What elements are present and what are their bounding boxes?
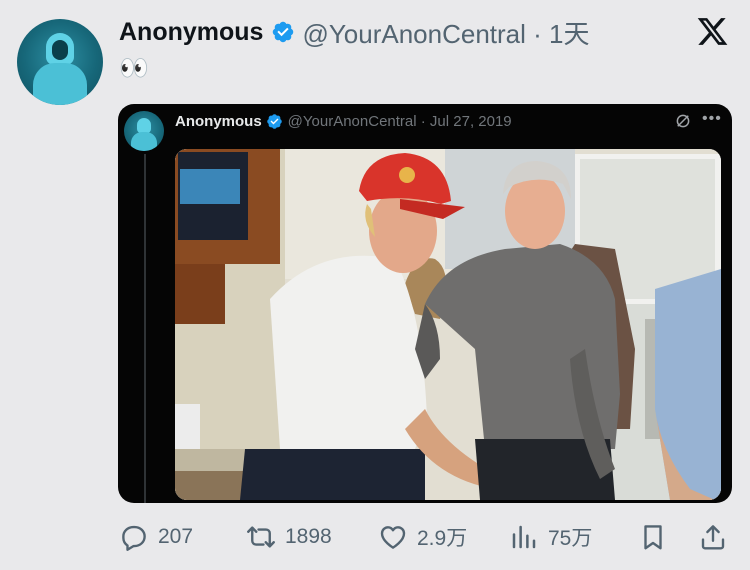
verified-badge-icon bbox=[266, 113, 282, 129]
quoted-author-handle-date[interactable]: @YourAnonCentral · Jul 27, 2019 bbox=[288, 113, 512, 130]
tweet-text: 👀 bbox=[119, 55, 149, 82]
bookmark-icon bbox=[644, 525, 662, 550]
like-icon bbox=[380, 526, 406, 549]
repost-icon bbox=[247, 526, 275, 548]
views-icon bbox=[512, 525, 536, 549]
tweet-header: Anonymous @YourAnonCentral · 1天 bbox=[119, 14, 589, 50]
share-button[interactable] bbox=[698, 515, 728, 559]
x-logo-icon[interactable] bbox=[696, 15, 729, 48]
share-icon bbox=[701, 525, 725, 550]
views-button[interactable]: 75万 bbox=[509, 515, 592, 559]
reply-button[interactable]: 207 bbox=[119, 515, 193, 559]
thread-line bbox=[144, 154, 146, 503]
author-handle-time[interactable]: @YourAnonCentral · 1天 bbox=[302, 14, 589, 51]
repost-button[interactable]: 1898 bbox=[246, 515, 332, 559]
author-avatar[interactable] bbox=[17, 19, 103, 105]
quoted-photo[interactable] bbox=[175, 149, 721, 500]
like-count: 2.9万 bbox=[417, 527, 468, 550]
views-count: 75万 bbox=[548, 527, 593, 550]
more-icon[interactable]: ••• bbox=[702, 111, 722, 131]
action-bar: 207 1898 2.9万 75万 bbox=[0, 515, 750, 559]
quoted-tweet-card[interactable]: Anonymous @YourAnonCentral · Jul 27, 201… bbox=[118, 104, 732, 503]
author-name[interactable]: Anonymous bbox=[119, 18, 263, 47]
grok-icon[interactable] bbox=[674, 112, 692, 130]
repost-count: 1898 bbox=[285, 525, 332, 548]
verified-badge-icon bbox=[273, 21, 294, 43]
quoted-header: Anonymous @YourAnonCentral · Jul 27, 201… bbox=[175, 110, 512, 132]
reply-count: 207 bbox=[158, 525, 194, 548]
quoted-author-avatar[interactable] bbox=[124, 111, 164, 151]
like-button[interactable]: 2.9万 bbox=[378, 515, 467, 559]
quoted-author-name[interactable]: Anonymous bbox=[175, 113, 262, 130]
reply-icon bbox=[122, 525, 146, 551]
bookmark-button[interactable] bbox=[638, 515, 668, 559]
